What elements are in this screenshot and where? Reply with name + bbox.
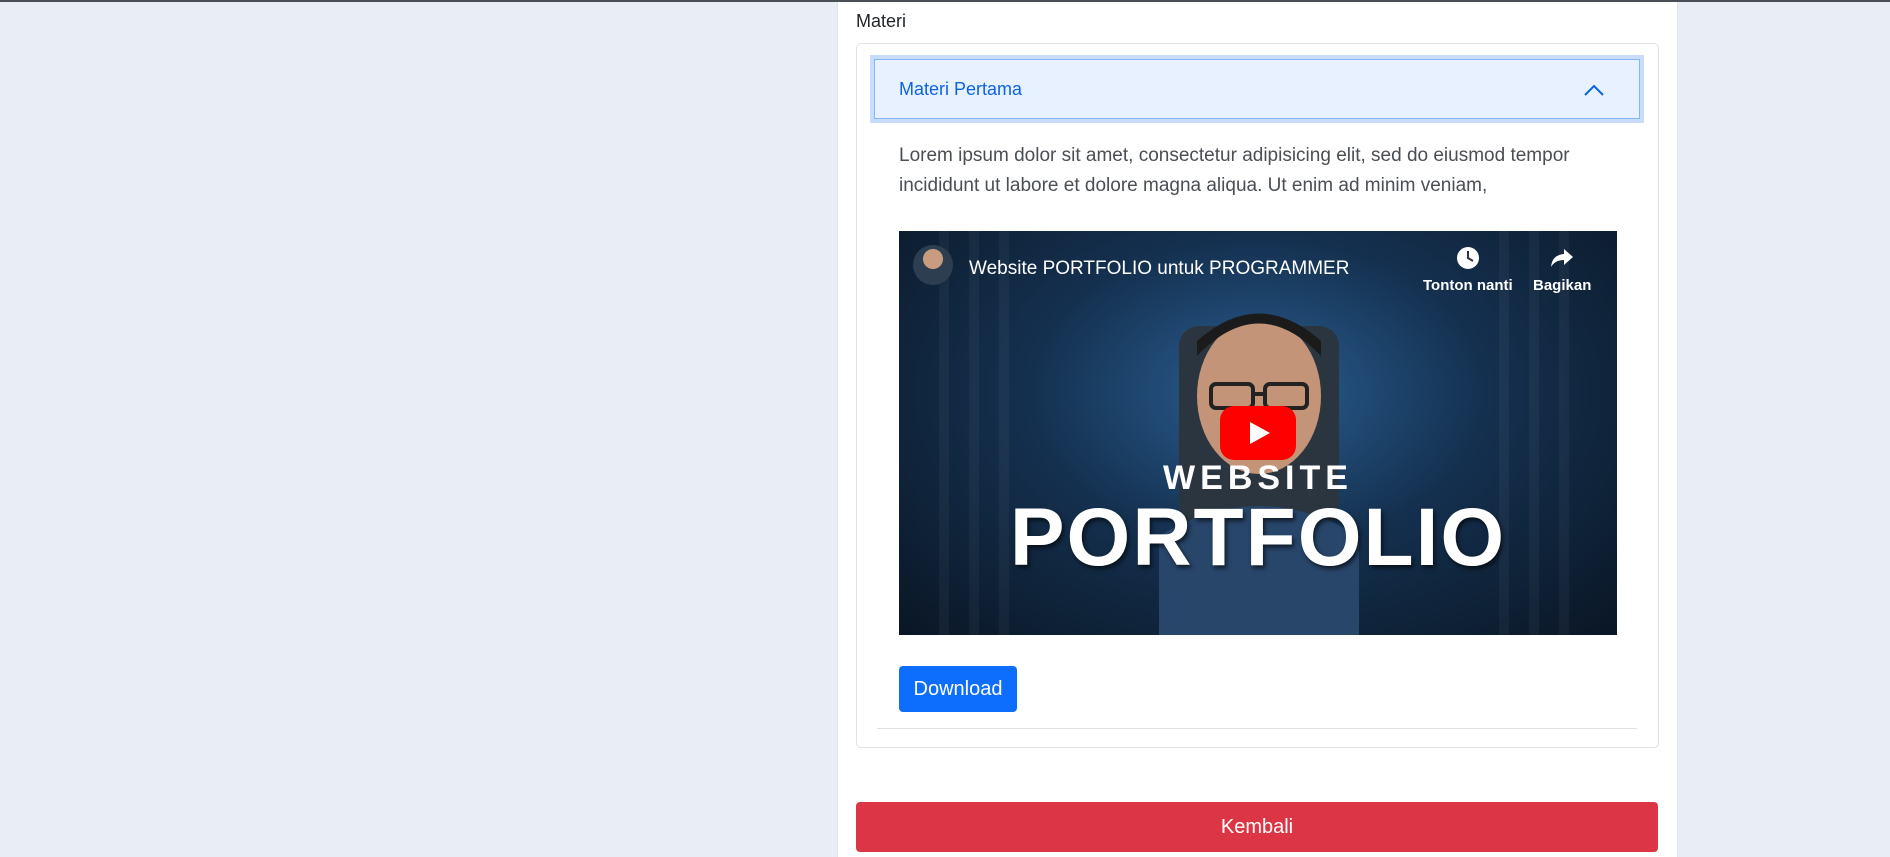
- accordion-title: Materi Pertama: [899, 79, 1023, 99]
- share-button[interactable]: Bagikan: [1533, 245, 1591, 294]
- clock-icon: [1456, 247, 1479, 269]
- chevron-up-icon: [1584, 84, 1604, 96]
- youtube-video-embed[interactable]: Website PORTFOLIO untuk PROGRAMMER Tonto…: [899, 231, 1617, 635]
- video-title[interactable]: Website PORTFOLIO untuk PROGRAMMER: [969, 258, 1349, 280]
- channel-avatar[interactable]: [913, 245, 953, 285]
- play-icon[interactable]: [1220, 406, 1296, 460]
- thumbnail-text-line2: PORTFOLIO: [1009, 492, 1507, 583]
- share-label: Bagikan: [1533, 277, 1592, 294]
- download-button[interactable]: Download: [899, 666, 1017, 712]
- accordion-divider: [877, 728, 1637, 729]
- page-card: Materi Materi Pertama Lorem ipsum dolor …: [837, 2, 1678, 857]
- watch-later-button[interactable]: Tonton nanti: [1423, 245, 1513, 294]
- accordion: Materi Pertama Lorem ipsum dolor sit ame…: [856, 43, 1659, 748]
- watch-later-label: Tonton nanti: [1423, 277, 1513, 294]
- accordion-header[interactable]: Materi Pertama: [874, 59, 1640, 119]
- material-description: Lorem ipsum dolor sit amet, consectetur …: [899, 145, 1570, 196]
- section-label: Materi: [856, 11, 907, 31]
- share-icon: [1551, 249, 1574, 267]
- back-button[interactable]: Kembali: [856, 802, 1658, 852]
